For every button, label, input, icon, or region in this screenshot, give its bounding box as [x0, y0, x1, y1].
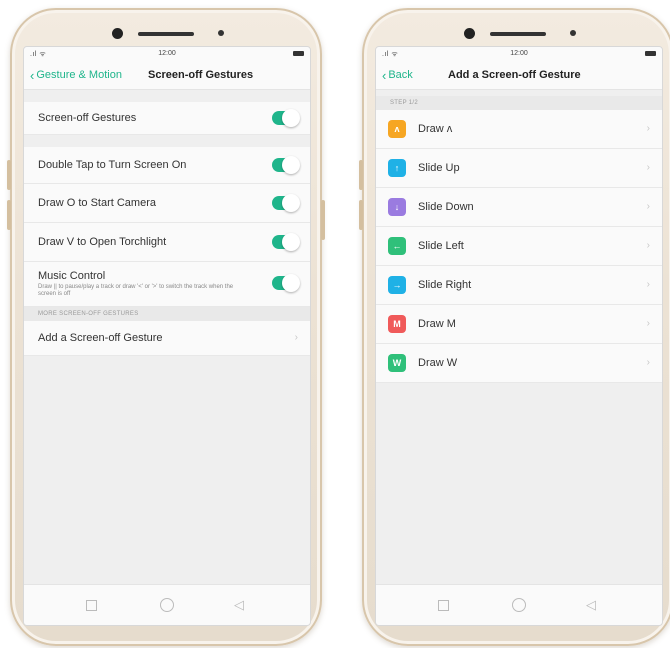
- row-label: Draw V to Open Torchlight: [38, 236, 167, 248]
- navigation-bar: ‹ Back Add a Screen-off Gesture: [376, 61, 662, 90]
- gesture-row[interactable]: ↑ Slide Up ›: [376, 149, 662, 188]
- gesture-row[interactable]: M Draw M ›: [376, 305, 662, 344]
- gesture-icon: M: [388, 315, 406, 333]
- screen-right: .ıl ᯤ 12:00 ‹ Back Add a Screen-off Gest…: [375, 46, 663, 626]
- status-bar: .ıl ᯤ 12:00: [376, 47, 662, 61]
- front-camera: [464, 28, 475, 39]
- row-label: Draw O to Start Camera: [38, 197, 156, 209]
- screen-left: .ıl ᯤ 12:00 ‹ Gesture & Motion Screen-of…: [23, 46, 311, 626]
- row-label: Screen-off Gestures: [38, 112, 137, 124]
- gesture-icon: ←: [388, 237, 406, 255]
- earpiece-speaker: [138, 32, 194, 36]
- gesture-row[interactable]: ← Slide Left ›: [376, 227, 662, 266]
- gesture-icon: W: [388, 354, 406, 372]
- chevron-left-icon: ‹: [30, 67, 35, 83]
- toggle-knob: [282, 194, 300, 212]
- back-nav-icon[interactable]: ◁: [586, 597, 596, 613]
- section-header: MORE SCREEN-OFF GESTURES: [24, 307, 310, 321]
- back-nav-icon[interactable]: ◁: [234, 597, 244, 613]
- toggle-knob: [282, 156, 300, 174]
- settings-row-music-control[interactable]: Music Control Draw || to pause/play a tr…: [24, 262, 310, 307]
- page-title: Add a Screen-off Gesture: [448, 69, 581, 81]
- gesture-label: Draw W: [418, 357, 458, 369]
- row-label: Double Tap to Turn Screen On: [38, 159, 187, 171]
- row-label: Music Control: [38, 270, 106, 282]
- chevron-left-icon: ‹: [382, 67, 387, 83]
- navigation-bar: ‹ Gesture & Motion Screen-off Gestures: [24, 61, 310, 90]
- back-label: Gesture & Motion: [36, 69, 122, 81]
- back-button[interactable]: ‹ Back: [382, 67, 413, 83]
- draw-v-toggle[interactable]: [272, 233, 300, 251]
- volume-button: [359, 160, 363, 190]
- battery-icon: [645, 51, 656, 56]
- gesture-row[interactable]: ʌ Draw ʌ ›: [376, 110, 662, 149]
- chevron-right-icon: ›: [646, 318, 650, 329]
- chevron-right-icon: ›: [646, 279, 650, 290]
- gesture-list: ʌ Draw ʌ › ↑ Slide Up › ↓ Slide Down › ← Slide Lef…: [376, 110, 662, 383]
- row-description: Draw || to pause/play a track or draw '<…: [38, 284, 234, 297]
- front-camera: [112, 28, 123, 39]
- chevron-right-icon: ›: [646, 240, 650, 251]
- back-button[interactable]: ‹ Gesture & Motion: [30, 67, 122, 83]
- chevron-right-icon: ›: [646, 162, 650, 173]
- system-nav-bar: ◁: [376, 584, 662, 625]
- gesture-label: Slide Right: [418, 279, 472, 291]
- chevron-right-icon: ›: [646, 201, 650, 212]
- power-button: [321, 200, 325, 240]
- music-control-toggle[interactable]: [272, 274, 300, 292]
- battery-icon: [293, 51, 304, 56]
- gesture-row[interactable]: W Draw W ›: [376, 344, 662, 383]
- recent-apps-icon[interactable]: [438, 600, 449, 611]
- earpiece-speaker: [490, 32, 546, 36]
- settings-row-double-tap[interactable]: Double Tap to Turn Screen On: [24, 147, 310, 184]
- volume-button: [7, 200, 11, 230]
- status-time: 12:00: [510, 50, 528, 57]
- status-bar: .ıl ᯤ 12:00: [24, 47, 310, 61]
- chevron-right-icon: ›: [294, 332, 298, 343]
- settings-row-draw-o[interactable]: Draw O to Start Camera: [24, 184, 310, 223]
- gesture-label: Draw ʌ: [418, 123, 453, 135]
- add-screen-off-gesture-row[interactable]: Add a Screen-off Gesture ›: [24, 321, 310, 356]
- gesture-label: Slide Up: [418, 162, 460, 174]
- row-label: Add a Screen-off Gesture: [38, 332, 163, 344]
- system-nav-bar: ◁: [24, 584, 310, 625]
- recent-apps-icon[interactable]: [86, 600, 97, 611]
- gesture-icon: ʌ: [388, 120, 406, 138]
- proximity-sensor: [218, 30, 224, 36]
- home-icon[interactable]: [160, 598, 174, 612]
- home-icon[interactable]: [512, 598, 526, 612]
- status-time: 12:00: [158, 50, 176, 57]
- toggle-knob: [282, 109, 300, 127]
- volume-button: [7, 160, 11, 190]
- chevron-right-icon: ›: [646, 123, 650, 134]
- group-gap: [24, 135, 310, 147]
- gesture-label: Slide Left: [418, 240, 464, 252]
- phone-left: .ıl ᯤ 12:00 ‹ Gesture & Motion Screen-of…: [7, 8, 325, 646]
- settings-row-screen-off-gestures[interactable]: Screen-off Gestures: [24, 102, 310, 135]
- gesture-icon: ↑: [388, 159, 406, 177]
- gesture-label: Draw M: [418, 318, 456, 330]
- gesture-icon: →: [388, 276, 406, 294]
- double-tap-toggle[interactable]: [272, 156, 300, 174]
- gesture-label: Slide Down: [418, 201, 474, 213]
- phone-right: .ıl ᯤ 12:00 ‹ Back Add a Screen-off Gest…: [359, 8, 670, 646]
- gesture-icon: ↓: [388, 198, 406, 216]
- gesture-row[interactable]: ↓ Slide Down ›: [376, 188, 662, 227]
- toggle-knob: [282, 233, 300, 251]
- gesture-row[interactable]: → Slide Right ›: [376, 266, 662, 305]
- group-gap: [24, 90, 310, 102]
- screen-off-gestures-toggle[interactable]: [272, 109, 300, 127]
- draw-o-toggle[interactable]: [272, 194, 300, 212]
- proximity-sensor: [570, 30, 576, 36]
- toggle-knob: [282, 274, 300, 292]
- page-title: Screen-off Gestures: [148, 69, 254, 81]
- settings-row-draw-v[interactable]: Draw V to Open Torchlight: [24, 223, 310, 262]
- chevron-right-icon: ›: [646, 357, 650, 368]
- back-label: Back: [388, 69, 413, 81]
- volume-button: [359, 200, 363, 230]
- step-header: STEP 1/2: [376, 96, 662, 110]
